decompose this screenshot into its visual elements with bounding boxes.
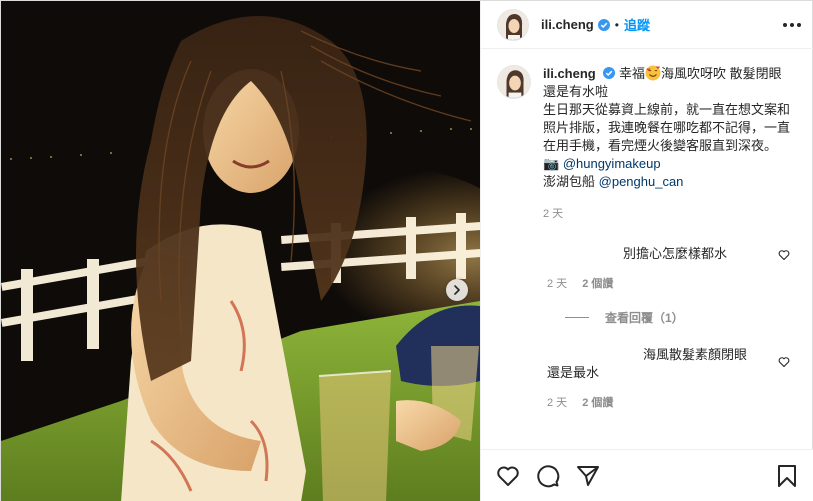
post-caption: ili.cheng 幸福 海風吹呀吹 散髮閉眼還是有水啦 生日那天從募資上線前，… (497, 65, 798, 223)
mention-link-makeup[interactable]: @hungyimakeup (563, 156, 661, 171)
comment-meta: 2 天 2 個讚 (547, 275, 798, 291)
follow-button[interactable]: 追蹤 (624, 15, 650, 34)
comment-meta: 2 天 2 個讚 (547, 394, 798, 410)
more-horizontal-icon (783, 22, 801, 27)
comment-item: 海風散髮素顏閉眼還是最水 2 天 2 個讚 (497, 346, 798, 410)
header-username[interactable]: ili.cheng (541, 17, 594, 32)
comment-likes-count[interactable]: 2 個讚 (582, 278, 613, 290)
comment-like-button[interactable] (778, 249, 790, 264)
avatar-image (498, 66, 530, 98)
separator-dot: • (614, 17, 619, 32)
caption-meta: 2 天 (543, 205, 791, 223)
caption-timestamp[interactable]: 2 天 (543, 208, 563, 220)
comment-item: 別擔心怎麼樣都水 2 天 2 個讚 查看回覆（1） (497, 245, 798, 326)
avatar[interactable] (497, 8, 529, 41)
smiling-face-with-hearts-icon (645, 65, 661, 81)
caption-body: ili.cheng 幸福 海風吹呀吹 散髮閉眼還是有水啦 生日那天從募資上線前，… (543, 65, 791, 223)
share-button[interactable] (573, 461, 603, 491)
chevron-right-icon (454, 285, 460, 295)
camera-emoji: 📷 (543, 156, 560, 171)
replies-divider (565, 317, 589, 318)
post-side-panel: ili.cheng • 追蹤 ili.cheng 幸福 海風吹呀吹 散髮閉眼還是… (480, 1, 813, 501)
post-actions-bar (481, 449, 813, 501)
comment-timestamp[interactable]: 2 天 (547, 397, 567, 409)
comment-text: 別擔心怎麼樣都水 (623, 246, 728, 261)
heart-icon (778, 250, 790, 261)
mention-link-boat[interactable]: @penghu_can (599, 174, 684, 189)
boat-label: 澎湖包船 (543, 174, 596, 189)
share-icon (577, 466, 599, 486)
post-header: ili.cheng • 追蹤 (481, 1, 813, 49)
like-button[interactable] (493, 461, 523, 491)
caption-avatar[interactable] (497, 65, 531, 99)
comment-text: 海風散髮素顏閉眼還是最水 (547, 347, 748, 380)
heart-icon (497, 466, 519, 486)
view-replies-button[interactable]: 查看回覆（1） (565, 309, 798, 326)
comment-timestamp[interactable]: 2 天 (547, 278, 567, 290)
comment-like-button[interactable] (778, 356, 790, 371)
next-photo-button[interactable] (446, 279, 468, 301)
save-button[interactable] (772, 461, 802, 491)
heart-icon (778, 357, 790, 368)
verified-badge-icon (603, 67, 616, 79)
post-photo[interactable] (1, 1, 480, 501)
comments-list[interactable]: ili.cheng 幸福 海風吹呀吹 散髮閉眼還是有水啦 生日那天從募資上線前，… (481, 49, 813, 449)
comment-button[interactable] (533, 461, 563, 491)
avatar-image (498, 9, 528, 40)
verified-badge-icon (597, 18, 610, 31)
photo-illustration (1, 1, 480, 501)
caption-text-a: 幸福 (618, 66, 645, 81)
caption-paragraph: 生日那天從募資上線前，就一直在想文案和照片排版，我連晚餐在哪吃都不記得，一直在用… (543, 102, 791, 153)
bookmark-icon (778, 465, 796, 487)
more-options-button[interactable] (782, 22, 802, 28)
post-modal: ili.cheng • 追蹤 ili.cheng 幸福 海風吹呀吹 散髮閉眼還是… (0, 0, 813, 501)
view-replies-label: 查看回覆（1） (605, 311, 684, 325)
caption-username[interactable]: ili.cheng (543, 66, 596, 81)
comment-icon (537, 465, 560, 488)
comment-likes-count[interactable]: 2 個讚 (582, 397, 613, 409)
